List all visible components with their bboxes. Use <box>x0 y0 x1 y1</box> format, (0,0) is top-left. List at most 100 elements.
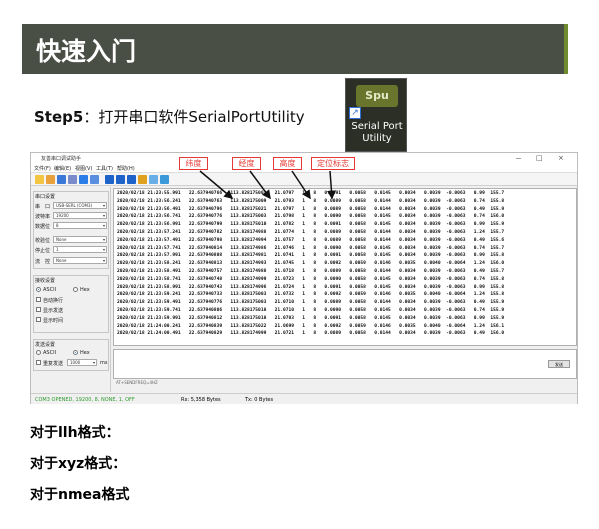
recv-hex-radio[interactable] <box>73 287 78 292</box>
data-row: 2020/02/18 21:23:55.991 22.637940766 113… <box>117 191 505 196</box>
auto-newline-checkbox[interactable] <box>36 297 41 302</box>
step-instruction: Step5：打开串口软件SerialPortUtility <box>34 106 305 127</box>
recv-ascii-radio[interactable] <box>36 287 41 292</box>
send-ascii-radio[interactable] <box>36 350 41 355</box>
stopbits-label: 停止位 <box>35 248 51 254</box>
app-shortcut-icon[interactable]: Spu ↗ Serial Port Utility <box>345 78 407 152</box>
data-row: 2020/02/18 21:23:57.991 22.637940808 113… <box>117 253 505 259</box>
nmea-format-heading: 对于nmea格式 <box>30 487 130 503</box>
status-bar: COM3 OPENED, 19200, 8, NONE, 1, OFF Rx: … <box>31 393 577 404</box>
show-time-label: 显示时间 <box>43 318 64 324</box>
data-row: 2020/02/18 21:24:00.241 22.637940839 113… <box>117 323 505 329</box>
repeat-send-checkbox[interactable] <box>36 360 41 365</box>
app-icon-label-line1: Serial Port <box>351 121 403 132</box>
remove-icon[interactable] <box>90 175 99 184</box>
data-row: 2020/02/18 21:23:57.741 22.637940814 113… <box>117 245 505 251</box>
left-settings-panel: 串口设置 串 口 USB-SERL (COM3) 波特率 19200 数据位 8… <box>31 187 111 392</box>
menu-bar: 文件(F) 编辑(E) 视图(V) 工具(T) 帮助(H) <box>31 164 577 173</box>
ms-unit-label: ms <box>100 360 108 366</box>
app-icon-label-line2: Utility <box>362 133 392 144</box>
data-row: 2020/02/18 21:23:59.491 22.637940776 113… <box>117 300 505 306</box>
port-status: COM3 OPENED, 19200, 8, NONE, 1, OFF <box>35 397 135 403</box>
toolbar <box>31 173 577 186</box>
parity-label: 校验位 <box>35 238 51 244</box>
menu-view[interactable]: 视图(V) <box>75 165 92 172</box>
databits-select[interactable]: 8 <box>53 222 107 229</box>
altitude-annotation: 高度 <box>273 157 302 170</box>
baud-select[interactable]: 19200 <box>53 212 107 219</box>
app-icon-label: Serial Port Utility <box>346 121 408 145</box>
shortcut-arrow-icon: ↗ <box>349 107 361 119</box>
step-text: ：打开串口软件SerialPortUtility <box>83 108 305 126</box>
data-row: 2020/02/18 21:23:59.741 22.637940806 113… <box>117 308 505 313</box>
auto-newline-label: 自动换行 <box>43 298 64 304</box>
recv-hex-label: Hex <box>80 287 90 293</box>
minimize-button[interactable]: － <box>515 154 522 164</box>
play-icon[interactable] <box>105 175 114 184</box>
spu-logo: Spu <box>356 85 398 107</box>
data-row: 2020/02/18 21:23:56.241 22.637940763 113… <box>117 198 505 204</box>
menu-edit[interactable]: 编辑(E) <box>54 165 71 172</box>
open-icon[interactable] <box>46 175 55 184</box>
close-button[interactable]: × <box>558 154 564 162</box>
databits-label: 数据位 <box>35 224 51 230</box>
latitude-annotation: 纬度 <box>179 157 208 170</box>
tx-count: Tx: 0 Bytes <box>245 397 274 403</box>
repeat-interval-input[interactable]: 1000 <box>67 359 97 366</box>
data-row: 2020/02/18 21:23:59.241 22.637940733 113… <box>117 292 505 298</box>
save-icon[interactable] <box>57 175 66 184</box>
repeat-send-label: 重复发送 <box>43 361 64 367</box>
menu-help[interactable]: 帮助(H) <box>117 165 135 172</box>
show-time-checkbox[interactable] <box>36 317 41 322</box>
pause-icon[interactable] <box>116 175 125 184</box>
recv-ascii-label: ASCII <box>43 287 57 293</box>
maximize-button[interactable]: □ <box>536 154 543 162</box>
data-row: 2020/02/18 21:23:58.991 22.637940743 113… <box>117 284 505 290</box>
menu-tools[interactable]: 工具(T) <box>96 165 113 172</box>
data-row: 2020/02/18 21:23:58.241 22.637940813 113… <box>117 261 505 267</box>
send-button[interactable]: 发送 <box>548 360 570 368</box>
menu-file[interactable]: 文件(F) <box>34 165 51 172</box>
data-row: 2020/02/18 21:23:57.241 22.637940782 113… <box>117 230 505 235</box>
llh-format-heading: 对于llh格式： <box>30 425 120 441</box>
receive-settings-title: 接收设置 <box>35 278 56 284</box>
step-number: Step5 <box>34 108 84 126</box>
send-ascii-label: ASCII <box>43 350 57 356</box>
data-row: 2020/02/18 21:23:57.491 22.637940798 113… <box>117 237 505 243</box>
receive-data-area[interactable]: 2020/02/18 21:23:55.991 22.637940766 113… <box>113 188 577 346</box>
flow-label: 流 控 <box>35 259 51 265</box>
port-label: 串 口 <box>35 204 51 210</box>
data-row: 2020/02/18 21:23:56.991 22.637940799 113… <box>117 222 505 228</box>
send-hex-radio[interactable] <box>73 350 78 355</box>
data-row: 2020/02/18 21:24:00.491 22.637940829 113… <box>117 331 505 337</box>
port-select[interactable]: USB-SERL (COM3) <box>53 202 107 209</box>
clear-icon[interactable] <box>138 175 147 184</box>
gear-icon[interactable] <box>160 175 169 184</box>
command-history[interactable]: AT+SENDFREQ=4HZ <box>113 380 577 386</box>
fix-flag-annotation: 定位标志 <box>311 157 355 170</box>
show-send-label: 显示发送 <box>43 308 64 314</box>
window-titlebar: 友善串口调试助手 － □ × <box>31 153 577 164</box>
data-row: 2020/02/18 21:23:58.491 22.637940757 113… <box>117 269 505 274</box>
show-send-checkbox[interactable] <box>36 307 41 312</box>
stop-icon[interactable] <box>127 175 136 184</box>
flow-select[interactable]: None <box>53 257 107 264</box>
serial-port-window: 友善串口调试助手 － □ × 文件(F) 编辑(E) 视图(V) 工具(T) 帮… <box>30 152 578 404</box>
stopbits-select[interactable]: 1 <box>53 246 107 253</box>
send-input-area[interactable]: 发送 <box>113 349 577 379</box>
send-settings-title: 发送设置 <box>35 342 56 348</box>
data-row: 2020/02/18 21:23:58.741 22.637940748 113… <box>117 276 505 282</box>
add-icon[interactable] <box>79 175 88 184</box>
parity-select[interactable]: None <box>53 236 107 243</box>
data-row: 2020/02/18 21:23:56.491 22.637940796 113… <box>117 206 505 212</box>
data-row: 2020/02/18 21:23:56.741 22.637940776 113… <box>117 214 505 220</box>
longitude-annotation: 经度 <box>232 157 261 170</box>
baud-label: 波特率 <box>35 214 51 220</box>
new-icon[interactable] <box>35 175 44 184</box>
rx-count: Rx: 5,358 Bytes <box>181 397 221 403</box>
banner-title: 快速入门 <box>22 24 568 74</box>
settings-icon[interactable] <box>68 175 77 184</box>
send-hex-label: Hex <box>80 350 90 356</box>
data-row: 2020/02/18 21:23:59.991 22.637940812 113… <box>117 315 505 321</box>
window-icon[interactable] <box>149 175 158 184</box>
